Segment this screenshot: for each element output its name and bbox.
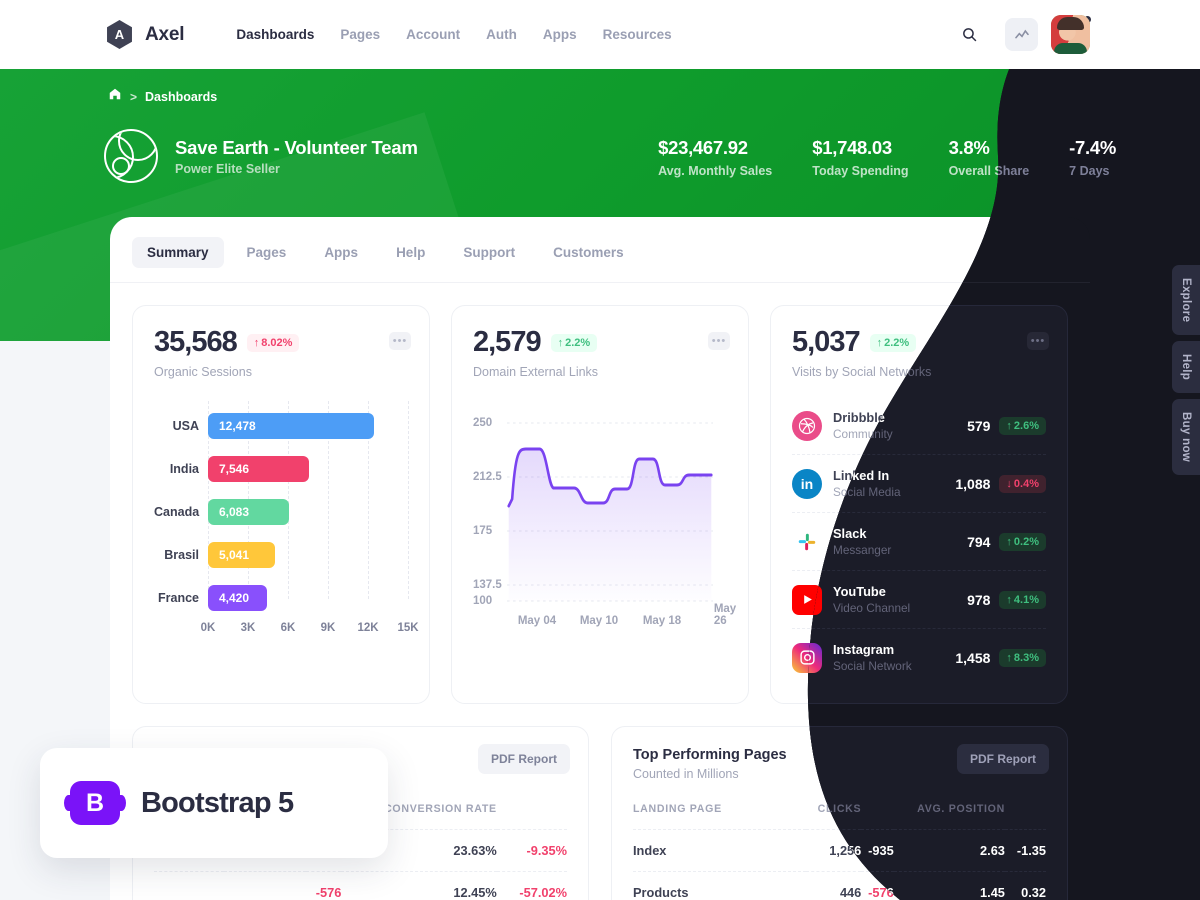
slack-icon — [792, 527, 822, 557]
y-tick: 100 — [473, 595, 493, 607]
bar-label: France — [158, 591, 199, 605]
col-landing-page: LANDING PAGE — [633, 803, 722, 815]
search-icon[interactable] — [953, 18, 986, 51]
tab-pages[interactable]: Pages — [232, 237, 302, 268]
bar-fill: 6,083 — [208, 499, 290, 525]
side-tab-help[interactable]: Help — [1172, 341, 1200, 394]
card-menu-icon[interactable]: ••• — [389, 332, 411, 350]
organic-delta-badge: ↑ 8.02% — [246, 333, 300, 352]
hero-stat: $23,467.92 Avg. Monthly Sales — [658, 137, 772, 178]
social-value: 5,037 — [792, 326, 861, 358]
organic-value: 35,568 — [154, 326, 238, 358]
y-tick: 175 — [473, 525, 493, 537]
hero-stat-value: $23,467.92 — [658, 137, 748, 158]
bar-label: USA — [172, 419, 199, 433]
nav-item-auth[interactable]: Auth — [486, 27, 517, 42]
x-tick: May 10 — [579, 615, 619, 627]
hero-stat-value: $1,748.03 — [812, 137, 892, 158]
tab-summary[interactable]: Summary — [132, 237, 224, 268]
area-plot — [507, 422, 713, 602]
bar-label: Canada — [154, 505, 200, 519]
app-root: > Dashboards Save Earth - Volunteer Team… — [0, 0, 1200, 900]
bootstrap-promo-card[interactable]: B Bootstrap 5 — [40, 748, 388, 858]
hero-stat-label: Today Spending — [812, 164, 909, 178]
organic-label: Organic Sessions — [154, 365, 252, 379]
breadcrumb-separator: > — [130, 89, 138, 104]
nav-item-apps[interactable]: Apps — [543, 27, 577, 42]
y-tick: 212.5 — [473, 471, 502, 483]
x-tick: May 18 — [642, 615, 682, 627]
x-tick: May 04 — [517, 615, 557, 627]
brand[interactable]: A Axel — [105, 20, 185, 49]
bar-fill: 12,478 — [208, 413, 375, 439]
bar-x-axis: 0K 3K 6K 9K 12K 15K — [201, 622, 419, 638]
bar-label: India — [169, 462, 199, 476]
linkedin-icon: in — [792, 468, 822, 499]
bar-label: Brasil — [164, 548, 199, 562]
domain-links-card: ••• 2,579 ↑ 2.2% Domain External Links 25… — [451, 305, 749, 704]
social-delta-badge: ↑ 2.2% — [869, 333, 917, 352]
bar-row: Brasil 5,041 — [154, 536, 408, 574]
sheet-tabs: Summary Pages Apps Help Support Customer… — [110, 217, 1090, 283]
dribbble-icon — [792, 410, 822, 441]
hero-stat-label: Avg. Monthly Sales — [658, 164, 773, 178]
brand-name: Axel — [145, 23, 185, 45]
domain-value: 2,579 — [473, 326, 542, 358]
tab-support[interactable]: Support — [448, 237, 530, 268]
bar-fill: 7,546 — [208, 456, 309, 482]
domain-label: Domain External Links — [473, 365, 599, 379]
side-tab-buy-now[interactable]: Buy now — [1172, 399, 1200, 476]
side-tab-explore[interactable]: Explore — [1172, 265, 1200, 336]
nav-item-pages[interactable]: Pages — [340, 27, 380, 42]
hero-stat: $1,748.03 Today Spending — [812, 137, 908, 178]
side-tabs: Explore Help Buy now — [1172, 265, 1200, 476]
x-tick: 3K — [240, 622, 256, 634]
tab-apps[interactable]: Apps — [309, 237, 373, 268]
pdf-report-button[interactable]: PDF Report — [478, 744, 570, 774]
bar-row: Canada 6,083 — [154, 493, 408, 531]
home-icon[interactable] — [108, 87, 122, 106]
x-tick: 15K — [397, 622, 419, 634]
col-conversion-delta — [497, 803, 567, 830]
bootstrap-promo-text: Bootstrap 5 — [141, 786, 294, 819]
bar-row: USA 12,478 — [154, 407, 408, 445]
main-nav: Dashboards Pages Account Auth Apps Resou… — [236, 27, 671, 42]
tab-customers[interactable]: Customers — [538, 237, 639, 268]
brand-logo-icon: A — [107, 20, 132, 49]
x-tick: 12K — [357, 622, 379, 634]
team-name: Save Earth - Volunteer Team — [175, 136, 418, 158]
x-tick: 0K — [200, 622, 216, 634]
x-tick: 6K — [280, 622, 296, 634]
bootstrap-logo-icon: B — [64, 781, 126, 825]
globe-icon — [104, 129, 158, 183]
activity-icon[interactable] — [1005, 18, 1038, 51]
y-tick: 137.5 — [473, 579, 502, 591]
team-subtitle: Power Elite Seller — [175, 161, 280, 176]
domain-delta-badge: ↑ 2.2% — [550, 333, 598, 352]
bar-fill: 5,041 — [208, 542, 276, 568]
bar-fill: 4,420 — [208, 585, 267, 611]
card-menu-icon[interactable]: ••• — [708, 332, 730, 350]
avatar-top[interactable] — [1051, 15, 1090, 54]
bar-chart: USA 12,478 India 7,546 Canada 6,083 Bras… — [154, 401, 419, 634]
bar-row: France 4,420 — [154, 579, 408, 617]
team-block: Save Earth - Volunteer Team Power Elite … — [104, 129, 418, 183]
bar-row: India 7,546 — [154, 450, 408, 488]
tab-help[interactable]: Help — [381, 237, 440, 268]
breadcrumb-label[interactable]: Dashboards — [145, 90, 217, 104]
x-tick: 9K — [320, 622, 336, 634]
nav-item-account[interactable]: Account — [406, 27, 460, 42]
x-tick: May 26 — [713, 603, 737, 627]
table-row: -576 12.45% -57.02% — [154, 871, 567, 900]
organic-sessions-card: ••• 35,568 ↑ 8.02% Organic Sessions USA 1… — [132, 305, 430, 704]
y-tick: 250 — [473, 417, 493, 429]
nav-item-dashboards[interactable]: Dashboards — [236, 27, 314, 42]
nav-item-resources[interactable]: Resources — [603, 27, 672, 42]
top-navbar: A Axel Dashboards Pages Account Auth App… — [0, 0, 1200, 69]
breadcrumb: > Dashboards — [108, 87, 217, 106]
area-chart: 250 212.5 175 137.5 100 May 04 May 10 Ma… — [473, 405, 736, 627]
